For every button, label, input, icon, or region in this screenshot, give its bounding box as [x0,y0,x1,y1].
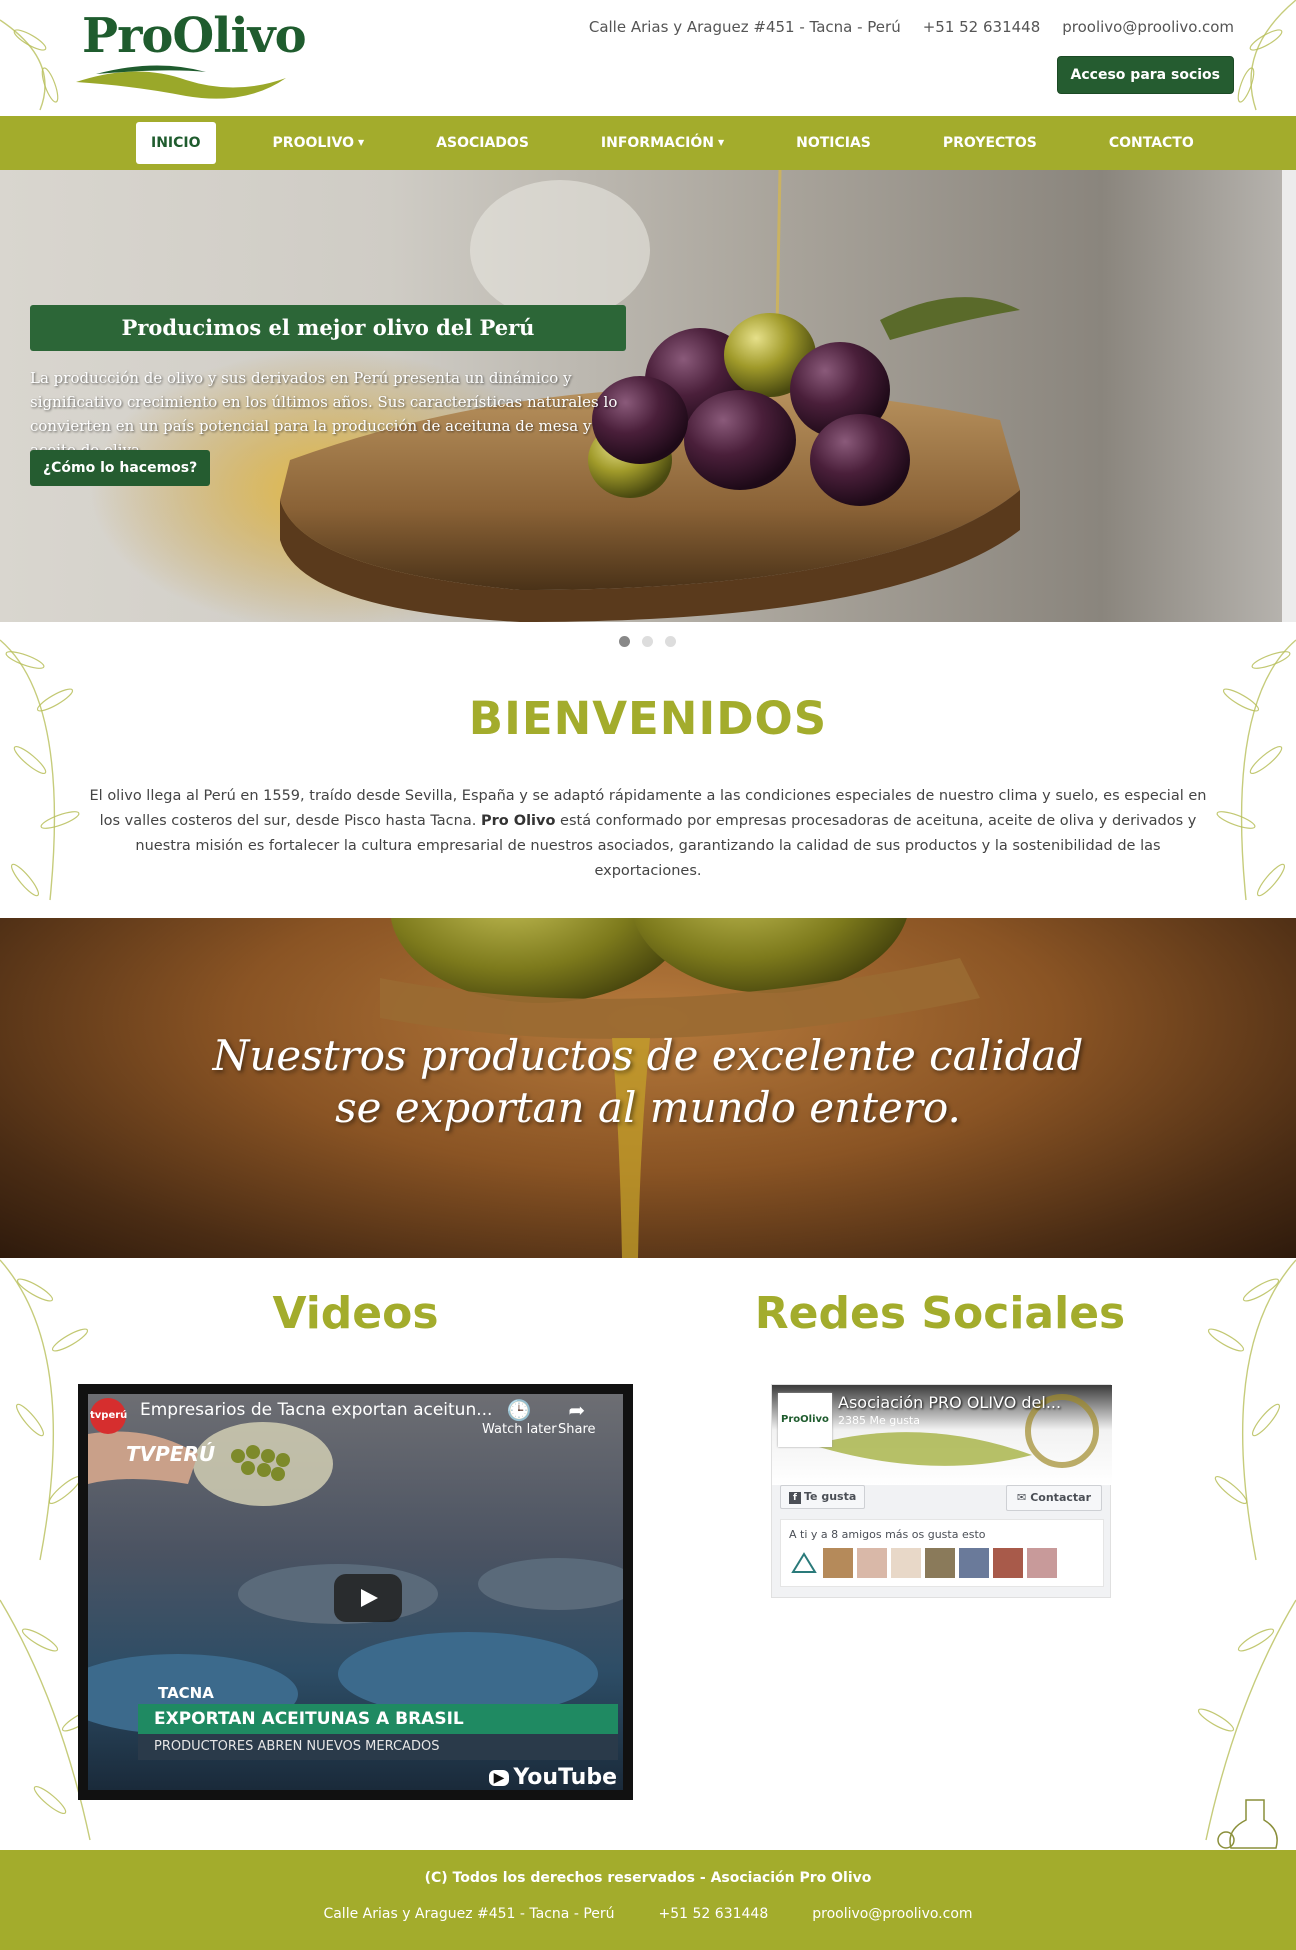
hero-slider[interactable]: Producimos el mejor olivo del Perú La pr… [0,170,1296,622]
friend-avatar[interactable] [891,1548,921,1578]
header-email[interactable]: proolivo@proolivo.com [1062,18,1234,36]
tv-location: TACNA [158,1684,214,1702]
friend-avatar[interactable] [789,1548,819,1578]
share-button[interactable]: ➦ Share [558,1398,596,1437]
share-icon: ➦ [568,1398,586,1422]
tv-peru-logo: TVPERÚ [126,1442,216,1466]
channel-avatar[interactable]: tvperú [90,1398,127,1434]
nav-item-informacion[interactable]: INFORMACIÓN ▼ [586,122,739,164]
nav-item-label: NOTICIAS [796,135,871,151]
video-thumbnail: TVPERÚ TACNA EXPORTAN ACEITUNAS A BRASIL… [88,1394,623,1790]
logo-swoosh-icon [76,65,286,99]
friend-avatar[interactable] [823,1548,853,1578]
banner-quote-line2: se exportan al mundo entero. [335,1083,961,1132]
friend-avatar[interactable] [925,1548,955,1578]
nav-item-label: INFORMACIÓN [600,135,714,151]
nav-item-asociados[interactable]: ASOCIADOS [421,122,544,164]
friend-avatar[interactable] [857,1548,887,1578]
main-nav: INICIO PROOLIVO ▼ ASOCIADOS INFORMACIÓN ▼ … [0,116,1296,170]
nav-item-proolivo[interactable]: PROOLIVO ▼ [258,122,380,164]
nav-item-label: CONTACTO [1108,135,1194,151]
footer-phone[interactable]: +51 52 631448 [659,1906,769,1922]
facebook-friends-text: A ti y a 8 amigos más os gusta esto [789,1528,986,1541]
facebook-icon: f [789,1492,801,1504]
friend-avatar[interactable] [959,1548,989,1578]
facebook-page-name[interactable]: Asociación PRO OLIVO del... [838,1393,1061,1412]
envelope-icon: ✉ [1017,1491,1027,1504]
banner-quote-line1: Nuestros productos de excelente calidad [212,1031,1084,1080]
watch-later-label: Watch later [482,1422,557,1437]
facebook-contact-button[interactable]: ✉ Contactar [1006,1485,1102,1511]
footer-address: Calle Arias y Araguez #451 - Tacna - Per… [323,1906,615,1922]
slider-scrollbar[interactable] [1282,170,1296,622]
nav-item-label: ASOCIADOS [436,135,529,151]
nav-item-noticias[interactable]: NOTICIAS [781,122,886,164]
friend-avatar[interactable] [993,1548,1023,1578]
nav-item-proyectos[interactable]: PROYECTOS [928,122,1052,164]
youtube-play-icon: ▶ [488,1770,510,1786]
slider-pagination [619,636,676,647]
facebook-like-label: Te gusta [804,1490,857,1503]
oil-bottle-icon [1217,1799,1278,1849]
nav-item-label: PROYECTOS [942,135,1037,151]
slider-dot[interactable] [642,636,653,647]
header-address: Calle Arias y Araguez #451 - Tacna - Per… [588,18,901,36]
footer-contact-info: Calle Arias y Araguez #451 - Tacna - Per… [0,1906,1296,1922]
facebook-page-avatar[interactable]: ProOlivo [778,1393,832,1447]
slider-dot[interactable] [619,636,630,647]
share-label: Share [558,1422,596,1437]
members-access-button[interactable]: Acceso para socios [1056,56,1234,94]
welcome-text-brand: Pro Olivo [480,813,556,829]
friend-avatars [789,1548,1057,1578]
facebook-like-button[interactable]: f Te gusta [780,1485,866,1509]
footer-copyright: (C) Todos los derechos reservados - Asoc… [424,1870,872,1886]
how-we-do-it-button[interactable]: ¿Cómo lo hacemos? [30,450,211,486]
slider-text: La producción de olivo y sus derivados e… [30,369,618,459]
header-phone[interactable]: +51 52 631448 [923,18,1041,36]
proolivo-logo[interactable]: ProOlivo [76,8,307,104]
facebook-contact-label: Contactar [1030,1491,1091,1504]
welcome-text: El olivo llega al Perú en 1559, traído d… [80,784,1216,884]
play-button-icon[interactable] [334,1574,402,1622]
clock-icon: 🕒 [506,1398,532,1422]
slider-title: Producimos el mejor olivo del Perú [30,305,626,351]
tv-headline: EXPORTAN ACEITUNAS A BRASIL [138,1704,618,1734]
youtube-logo-text: YouTube [513,1765,617,1790]
triangle-logo-icon [791,1552,817,1573]
header-contact-info: Calle Arias y Araguez #451 - Tacna - Per… [589,18,1234,36]
footer-email[interactable]: proolivo@proolivo.com [812,1906,972,1922]
site-footer: (C) Todos los derechos reservados - Asoc… [0,1850,1296,1950]
facebook-likes-count: 2385 Me gusta [838,1414,920,1427]
youtube-logo[interactable]: ▶ YouTube [488,1765,617,1790]
tv-subheadline: PRODUCTORES ABREN NUEVOS MERCADOS [138,1734,618,1760]
nav-item-label: INICIO [151,135,201,151]
youtube-video-player[interactable]: TVPERÚ TACNA EXPORTAN ACEITUNAS A BRASIL… [78,1384,633,1800]
facebook-page-widget[interactable]: ProOlivo Asociación PRO OLIVO del... 238… [771,1384,1112,1598]
friend-avatar[interactable] [1027,1548,1057,1578]
welcome-title: BIENVENIDOS [468,692,828,745]
export-banner: Nuestros productos de excelente calidad … [0,918,1296,1258]
logo-text: ProOlivo [82,8,307,64]
facebook-cover-image[interactable]: ProOlivo Asociación PRO OLIVO del... 238… [772,1385,1112,1485]
social-title: Redes Sociales [754,1288,1126,1339]
videos-title: Videos [272,1288,439,1339]
video-title[interactable]: Empresarios de Tacna exportan aceitun... [140,1400,492,1420]
caret-down-icon: ▼ [717,138,725,147]
site-header: ProOlivo Calle Arias y Araguez #451 - Ta… [0,0,1296,116]
nav-item-label: PROOLIVO [272,135,354,151]
nav-item-inicio[interactable]: INICIO [136,122,216,164]
watch-later-button[interactable]: 🕒 Watch later [482,1398,557,1437]
banner-quote: Nuestros productos de excelente calidad … [0,1030,1296,1134]
facebook-friends-box: A ti y a 8 amigos más os gusta esto [780,1519,1104,1587]
slider-dot[interactable] [665,636,676,647]
nav-item-contacto[interactable]: CONTACTO [1094,122,1209,164]
caret-down-icon: ▼ [358,138,365,147]
